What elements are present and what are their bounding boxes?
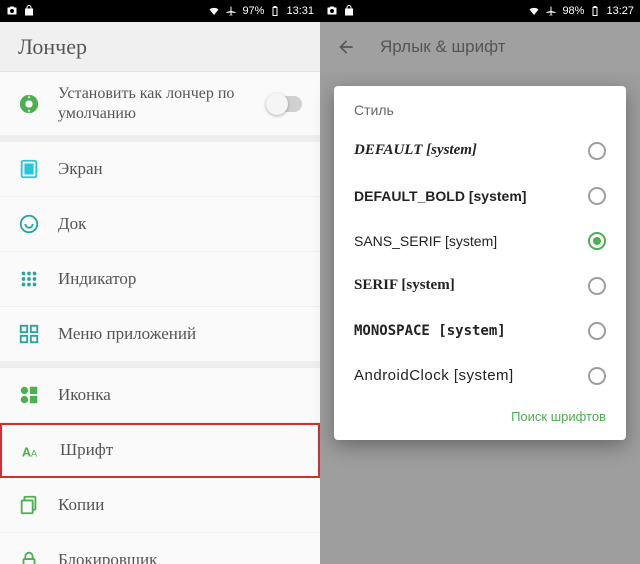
row-label: Док	[58, 214, 302, 234]
launcher-settings-screen: 97% 13:31 Лончер Установить как лончер п…	[0, 0, 320, 564]
row-screen[interactable]: Экран	[0, 142, 320, 197]
gear-icon	[18, 93, 40, 115]
row-default-launcher[interactable]: Установить как лончер по умолчанию	[0, 72, 320, 136]
wifi-icon	[528, 5, 540, 17]
airplane-icon	[225, 5, 237, 17]
page-title: Лончер	[18, 34, 87, 60]
camera-icon	[6, 5, 18, 17]
row-label: Копии	[58, 495, 302, 515]
status-bar: 98% 13:27	[320, 0, 640, 22]
row-font[interactable]: AA Шрифт	[0, 423, 320, 478]
row-label: Иконка	[58, 385, 302, 405]
settings-list: Установить как лончер по умолчанию Экран…	[0, 72, 320, 564]
default-launcher-toggle[interactable]	[268, 96, 302, 112]
indicator-icon	[18, 268, 40, 290]
radio-unselected[interactable]	[588, 322, 606, 340]
row-copies[interactable]: Копии	[0, 478, 320, 533]
dock-icon	[18, 213, 40, 235]
battery-icon	[589, 5, 601, 17]
option-default[interactable]: DEFAULT [system]	[334, 128, 626, 173]
airplane-icon	[545, 5, 557, 17]
clock-time: 13:27	[606, 5, 634, 17]
status-bar: 97% 13:31	[0, 0, 320, 22]
row-label: Меню приложений	[58, 324, 302, 344]
search-fonts-button[interactable]: Поиск шрифтов	[511, 409, 606, 424]
dialog-title: Стиль	[334, 102, 626, 128]
style-dialog: Стиль DEFAULT [system] DEFAULT_BOLD [sys…	[334, 86, 626, 440]
bag-icon	[343, 5, 355, 17]
option-label: SERIF [system]	[354, 277, 578, 294]
option-label: SANS_SERIF [system]	[354, 233, 578, 249]
option-serif[interactable]: SERIF [system]	[334, 263, 626, 308]
shapes-icon	[18, 384, 40, 406]
option-androidclock[interactable]: AndroidClock [system]	[334, 353, 626, 398]
svg-text:A: A	[31, 448, 38, 458]
row-dock[interactable]: Док	[0, 197, 320, 252]
battery-percent: 97%	[242, 5, 264, 17]
titlebar: Ярлык & шрифт	[320, 22, 640, 72]
battery-percent: 98%	[562, 5, 584, 17]
bag-icon	[23, 5, 35, 17]
row-label: Экран	[58, 159, 302, 179]
radio-unselected[interactable]	[588, 367, 606, 385]
wifi-icon	[208, 5, 220, 17]
radio-selected[interactable]	[588, 232, 606, 250]
clock-time: 13:31	[286, 5, 314, 17]
row-appmenu[interactable]: Меню приложений	[0, 307, 320, 362]
row-label: Установить как лончер по умолчанию	[58, 84, 250, 122]
row-indicator[interactable]: Индикатор	[0, 252, 320, 307]
battery-icon	[269, 5, 281, 17]
font-style-screen: 98% 13:27 Ярлык & шрифт Стиль DEFAULT [s…	[320, 0, 640, 564]
radio-unselected[interactable]	[588, 187, 606, 205]
option-label: AndroidClock [system]	[354, 367, 578, 384]
lock-icon	[18, 549, 40, 564]
grid-icon	[18, 323, 40, 345]
radio-unselected[interactable]	[588, 142, 606, 160]
radio-unselected[interactable]	[588, 277, 606, 295]
copy-icon	[18, 494, 40, 516]
font-icon: AA	[20, 440, 42, 462]
titlebar: Лончер	[0, 22, 320, 72]
page-title: Ярлык & шрифт	[380, 37, 506, 57]
option-label: DEFAULT [system]	[354, 142, 578, 159]
row-icon-setting[interactable]: Иконка	[0, 368, 320, 423]
row-label: Шрифт	[60, 440, 300, 460]
row-label: Индикатор	[58, 269, 302, 289]
svg-text:A: A	[22, 444, 31, 459]
dialog-scrim[interactable]: Стиль DEFAULT [system] DEFAULT_BOLD [sys…	[320, 72, 640, 564]
screen-icon	[18, 158, 40, 180]
camera-icon	[326, 5, 338, 17]
row-blocker[interactable]: Блокировщик	[0, 533, 320, 564]
option-label: DEFAULT_BOLD [system]	[354, 188, 578, 204]
back-button[interactable]	[336, 37, 356, 57]
row-label: Блокировщик	[58, 550, 302, 564]
option-sans-serif[interactable]: SANS_SERIF [system]	[334, 218, 626, 263]
option-default-bold[interactable]: DEFAULT_BOLD [system]	[334, 173, 626, 218]
option-label: MONOSPACE [system]	[354, 323, 578, 339]
option-monospace[interactable]: MONOSPACE [system]	[334, 308, 626, 353]
